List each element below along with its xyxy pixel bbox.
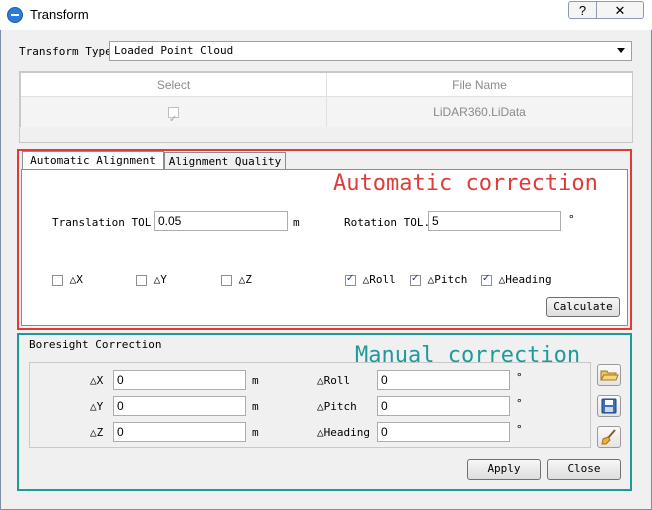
chevron-down-icon[interactable]	[617, 48, 625, 53]
table-row-file-name[interactable]: LiDAR360.LiData	[327, 97, 632, 127]
manual-correction-annotation: Manual correction	[355, 343, 581, 368]
check-delta-x[interactable]: △X	[52, 273, 83, 286]
boresight-dy-unit: m	[252, 400, 259, 413]
column-header-select[interactable]: Select	[21, 73, 327, 97]
calculate-button[interactable]: Calculate	[546, 297, 620, 317]
boresight-dheading-label: △Heading	[317, 426, 370, 439]
translation-tol-unit: m	[293, 216, 300, 229]
delta-pitch-checkbox[interactable]	[410, 273, 421, 286]
boresight-dy-input[interactable]: 0	[113, 396, 246, 416]
boresight-dheading-input[interactable]: 0	[377, 422, 510, 442]
close-button[interactable]: Close	[547, 459, 621, 480]
column-header-file-name[interactable]: File Name	[327, 73, 632, 97]
table-row-select-cell[interactable]	[21, 97, 327, 135]
boresight-dz-input[interactable]: 0	[113, 422, 246, 442]
delta-z-label: △Z	[238, 273, 252, 286]
check-delta-roll[interactable]: △Roll	[345, 273, 396, 286]
file-table-container: Select File Name LiDAR360.LiData	[19, 71, 633, 143]
rotation-tol-input[interactable]: 5	[428, 211, 561, 231]
title-bar: Transform ? ✕	[0, 0, 652, 30]
delta-roll-label: △Roll	[362, 273, 396, 286]
boresight-dpitch-input[interactable]: 0	[377, 396, 510, 416]
automatic-correction-annotation: Automatic correction	[333, 171, 598, 196]
save-correction-button[interactable]	[597, 395, 621, 417]
transform-type-selected: Loaded Point Cloud	[114, 44, 234, 57]
boresight-dz-label: △Z	[90, 426, 104, 439]
apply-button[interactable]: Apply	[467, 459, 541, 480]
tab-automatic-alignment[interactable]: Automatic Alignment	[22, 151, 164, 170]
boresight-dy-label: △Y	[90, 400, 104, 413]
file-table: Select File Name LiDAR360.LiData	[20, 72, 632, 135]
boresight-dpitch-unit: °	[516, 397, 523, 410]
boresight-droll-unit: °	[516, 371, 523, 384]
boresight-correction-title: Boresight Correction	[29, 338, 162, 351]
delta-z-checkbox[interactable]	[221, 274, 232, 286]
window-title: Transform	[30, 7, 89, 22]
boresight-dx-input[interactable]: 0	[113, 370, 246, 390]
delta-x-label: △X	[69, 273, 83, 286]
open-folder-icon	[600, 370, 619, 381]
boresight-droll-label: △Roll	[317, 374, 351, 387]
delta-y-label: △Y	[153, 273, 167, 286]
delta-roll-checkbox[interactable]	[345, 273, 356, 286]
delta-heading-checkbox[interactable]	[481, 273, 492, 286]
rotation-tol-label: Rotation TOL.	[344, 216, 431, 229]
delta-x-checkbox[interactable]	[52, 274, 63, 286]
help-button[interactable]: ?	[568, 1, 597, 19]
clear-correction-button[interactable]	[597, 426, 621, 448]
check-delta-heading[interactable]: △Heading	[481, 273, 552, 286]
clear-brush-icon	[601, 429, 616, 445]
boresight-dz-unit: m	[252, 426, 259, 439]
rotation-tol-unit: °	[568, 213, 575, 226]
boresight-dpitch-label: △Pitch	[317, 400, 357, 413]
boresight-dx-unit: m	[252, 374, 259, 387]
delta-heading-label: △Heading	[498, 273, 552, 286]
translation-tol-label: Translation TOL.	[52, 216, 158, 229]
delta-pitch-label: △Pitch	[427, 273, 468, 286]
check-delta-y[interactable]: △Y	[136, 273, 167, 286]
boresight-dheading-unit: °	[516, 423, 523, 436]
tab-alignment-quality[interactable]: Alignment Quality	[164, 152, 286, 170]
load-correction-button[interactable]	[597, 364, 621, 386]
delta-y-checkbox[interactable]	[136, 274, 147, 286]
window-close-button[interactable]: ✕	[596, 1, 644, 19]
check-delta-z[interactable]: △Z	[221, 273, 252, 286]
translation-tol-input[interactable]: 0.05	[154, 211, 288, 231]
boresight-dx-label: △X	[90, 374, 104, 387]
boresight-droll-input[interactable]: 0	[377, 370, 510, 390]
save-icon	[601, 398, 617, 414]
transform-type-label: Transform Type	[19, 45, 112, 58]
transform-type-select[interactable]: Loaded Point Cloud	[109, 41, 632, 61]
row-select-checkbox[interactable]	[168, 105, 179, 135]
app-logo-icon	[7, 7, 23, 23]
check-delta-pitch[interactable]: △Pitch	[410, 273, 467, 286]
